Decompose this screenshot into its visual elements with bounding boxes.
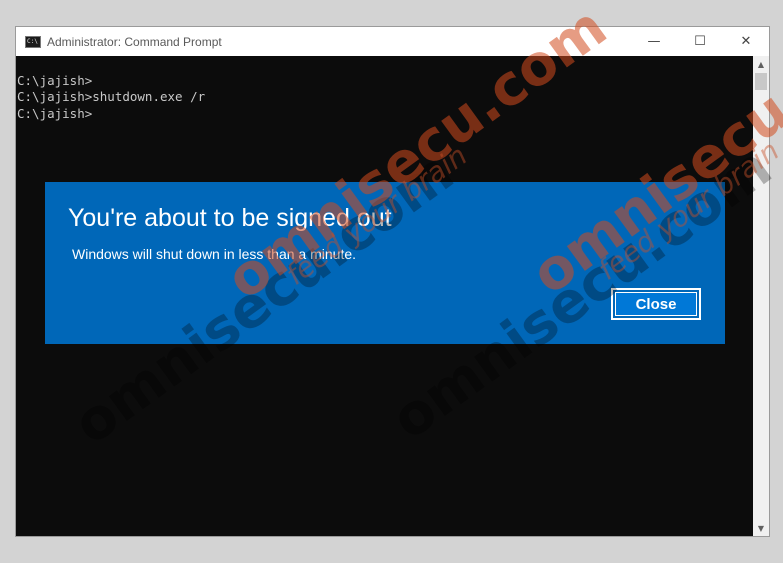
close-button[interactable]: Close [611,288,701,320]
command-prompt-icon: C:\ [25,35,41,48]
window-title: Administrator: Command Prompt [47,34,222,49]
window-controls: — ☐ ✕ [631,27,769,56]
scroll-down-arrow-icon[interactable]: ▼ [753,520,769,536]
title-bar[interactable]: C:\ Administrator: Command Prompt — ☐ ✕ [16,27,769,56]
scroll-up-arrow-icon[interactable]: ▲ [753,56,769,72]
close-button-label: Close [615,292,697,316]
close-window-button[interactable]: ✕ [723,27,769,56]
minimize-button[interactable]: — [631,27,677,56]
scroll-thumb[interactable] [755,73,767,90]
vertical-scrollbar[interactable]: ▲ ▼ [753,56,769,536]
close-icon: ✕ [740,34,752,49]
maximize-icon: ☐ [694,34,706,49]
sign-out-dialog: You're about to be signed out Windows wi… [45,182,725,344]
minimize-icon: — [647,34,661,49]
maximize-button[interactable]: ☐ [677,27,723,56]
dialog-message: Windows will shut down in less than a mi… [72,246,357,262]
console-line: C:\jajish> [17,73,93,88]
console-line: C:\jajish> [17,105,93,121]
dialog-title: You're about to be signed out [68,204,392,232]
console-line: C:\jajish>shutdown.exe /r [17,89,206,105]
